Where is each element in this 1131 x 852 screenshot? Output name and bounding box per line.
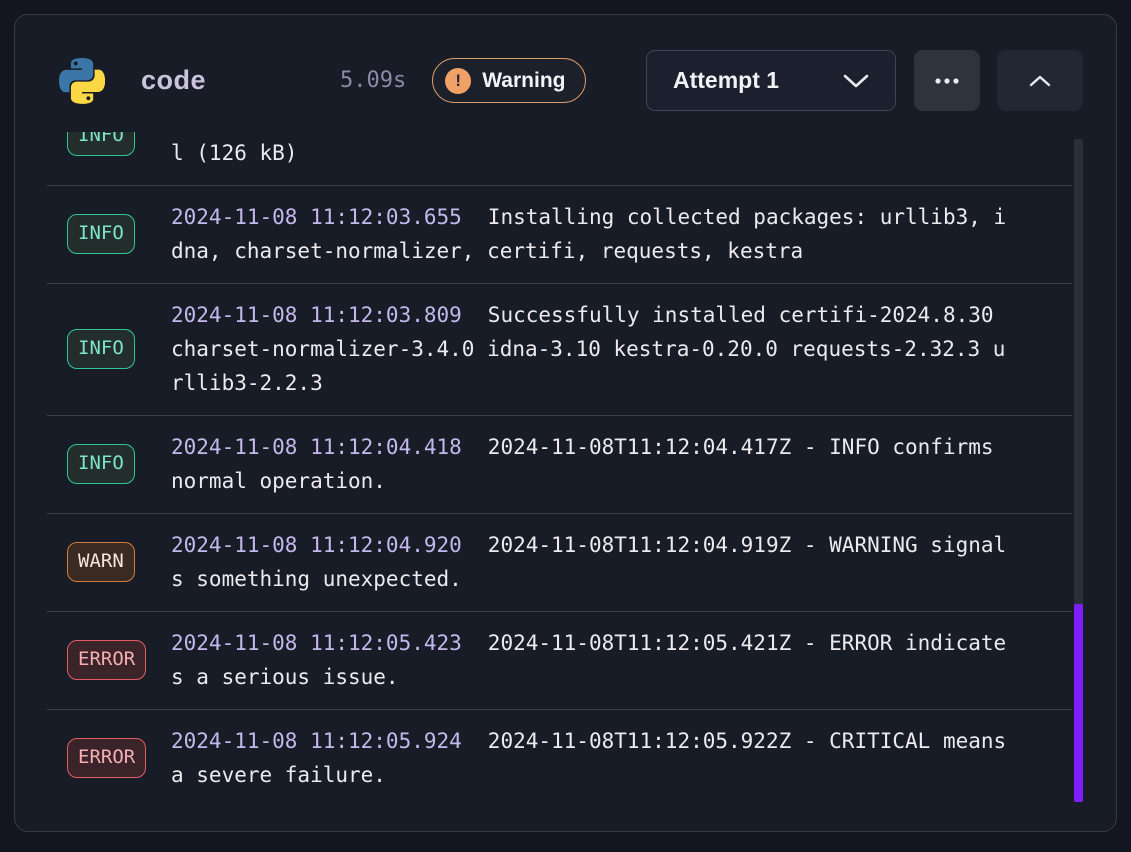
collapse-button[interactable] [997, 50, 1083, 111]
log-level-badge-col: INFO [67, 214, 171, 254]
task-header: code 5.09s ! Warning Attempt 1 [15, 15, 1116, 132]
task-log-card: code 5.09s ! Warning Attempt 1 [14, 14, 1117, 832]
log-message-text: 2024-11-08T11:12:04.919Z - WARNING signa… [488, 533, 1006, 557]
log-row: INFO 2024-11-08 11:12:03.809 Successfully … [47, 284, 1072, 416]
log-level-badge: INFO [67, 132, 135, 156]
log-message: 2024-11-08 11:12:03.809 Successfully inst… [171, 298, 1055, 400]
log-line: l (126 kB) [171, 136, 1055, 170]
attempt-selector-label: Attempt 1 [673, 67, 779, 94]
log-message-text: Successfully installed certifi-2024.8.30 [488, 303, 994, 327]
log-list: INFOl (126 kB)INFO2024-11-08 11:12:03.65… [47, 132, 1083, 807]
log-row: ERROR 2024-11-08 11:12:05.423 2024-11-08T1… [47, 612, 1072, 710]
warning-exclamation-icon: ! [445, 68, 471, 94]
log-message: 2024-11-08 11:12:05.423 2024-11-08T11:12:… [171, 626, 1055, 694]
log-level-badge: ERROR [67, 640, 146, 680]
log-row: INFO 2024-11-08 11:12:03.655 Installing co… [47, 186, 1072, 284]
screen: code 5.09s ! Warning Attempt 1 [0, 0, 1131, 852]
status-badge: ! Warning [432, 58, 586, 103]
log-level-badge: INFO [67, 214, 135, 254]
log-line: 2024-11-08 11:12:03.809 Successfully inst… [171, 298, 1055, 332]
task-title: code [141, 65, 206, 96]
task-duration: 5.09s [340, 68, 406, 93]
log-row: INFOl (126 kB) [47, 132, 1072, 186]
log-level-badge-col: ERROR [67, 738, 171, 778]
log-level-badge-col: INFO [67, 150, 171, 156]
log-timestamp: 2024-11-08 11:12:03.655 [171, 205, 462, 229]
log-level-badge-col: INFO [67, 329, 171, 369]
log-line: a severe failure. [171, 758, 1055, 792]
log-row: WARN 2024-11-08 11:12:04.920 2024-11-08T11… [47, 514, 1072, 612]
python-icon [59, 56, 105, 106]
log-message: l (126 kB) [171, 136, 1055, 170]
log-level-badge: WARN [67, 542, 135, 582]
chevron-up-icon [1029, 75, 1051, 87]
log-timestamp: 2024-11-08 11:12:04.920 [171, 533, 462, 557]
more-options-button[interactable] [914, 50, 980, 111]
log-viewport: INFOl (126 kB)INFO2024-11-08 11:12:03.65… [47, 132, 1083, 831]
log-line: 2024-11-08 11:12:05.423 2024-11-08T11:12:… [171, 626, 1055, 660]
log-message-text: 2024-11-08T11:12:04.417Z - INFO confirms [488, 435, 994, 459]
log-line: 2024-11-08 11:12:04.418 2024-11-08T11:12:… [171, 430, 1055, 464]
log-message-text: Installing collected packages: urllib3, … [488, 205, 1006, 229]
log-message-text: 2024-11-08T11:12:05.922Z - CRITICAL mean… [488, 729, 1006, 753]
log-message: 2024-11-08 11:12:03.655 Installing collec… [171, 200, 1055, 268]
status-badge-label: Warning [482, 69, 565, 93]
log-message: 2024-11-08 11:12:04.418 2024-11-08T11:12:… [171, 430, 1055, 498]
scrollbar-thumb[interactable] [1074, 604, 1083, 802]
log-line: normal operation. [171, 464, 1055, 498]
log-line: 2024-11-08 11:12:03.655 Installing collec… [171, 200, 1055, 234]
log-timestamp: 2024-11-08 11:12:05.423 [171, 631, 462, 655]
log-line: rllib3-2.2.3 [171, 366, 1055, 400]
log-level-badge-col: INFO [67, 444, 171, 484]
log-timestamp: 2024-11-08 11:12:03.809 [171, 303, 462, 327]
log-timestamp: 2024-11-08 11:12:04.418 [171, 435, 462, 459]
log-row: ERROR 2024-11-08 11:12:05.924 2024-11-08T1… [47, 710, 1072, 807]
log-row: INFO 2024-11-08 11:12:04.418 2024-11-08T11… [47, 416, 1072, 514]
log-message: 2024-11-08 11:12:04.920 2024-11-08T11:12:… [171, 528, 1055, 596]
chevron-down-icon [843, 74, 869, 88]
log-level-badge-col: WARN [67, 542, 171, 582]
log-line: s something unexpected. [171, 562, 1055, 596]
log-line: s a serious issue. [171, 660, 1055, 694]
attempt-selector[interactable]: Attempt 1 [646, 50, 896, 111]
log-message: 2024-11-08 11:12:05.924 2024-11-08T11:12:… [171, 724, 1055, 792]
log-line: 2024-11-08 11:12:05.924 2024-11-08T11:12:… [171, 724, 1055, 758]
log-line: dna, charset-normalizer, certifi, reques… [171, 234, 1055, 268]
log-level-badge: INFO [67, 329, 135, 369]
log-line: 2024-11-08 11:12:04.920 2024-11-08T11:12:… [171, 528, 1055, 562]
log-level-badge-col: ERROR [67, 640, 171, 680]
scrollbar-track[interactable] [1074, 139, 1083, 802]
log-timestamp: 2024-11-08 11:12:05.924 [171, 729, 462, 753]
ellipsis-icon [934, 78, 960, 84]
log-message-text: 2024-11-08T11:12:05.421Z - ERROR indicat… [488, 631, 1006, 655]
log-level-badge: INFO [67, 444, 135, 484]
log-level-badge: ERROR [67, 738, 146, 778]
log-line: charset-normalizer-3.4.0 idna-3.10 kestr… [171, 332, 1055, 366]
